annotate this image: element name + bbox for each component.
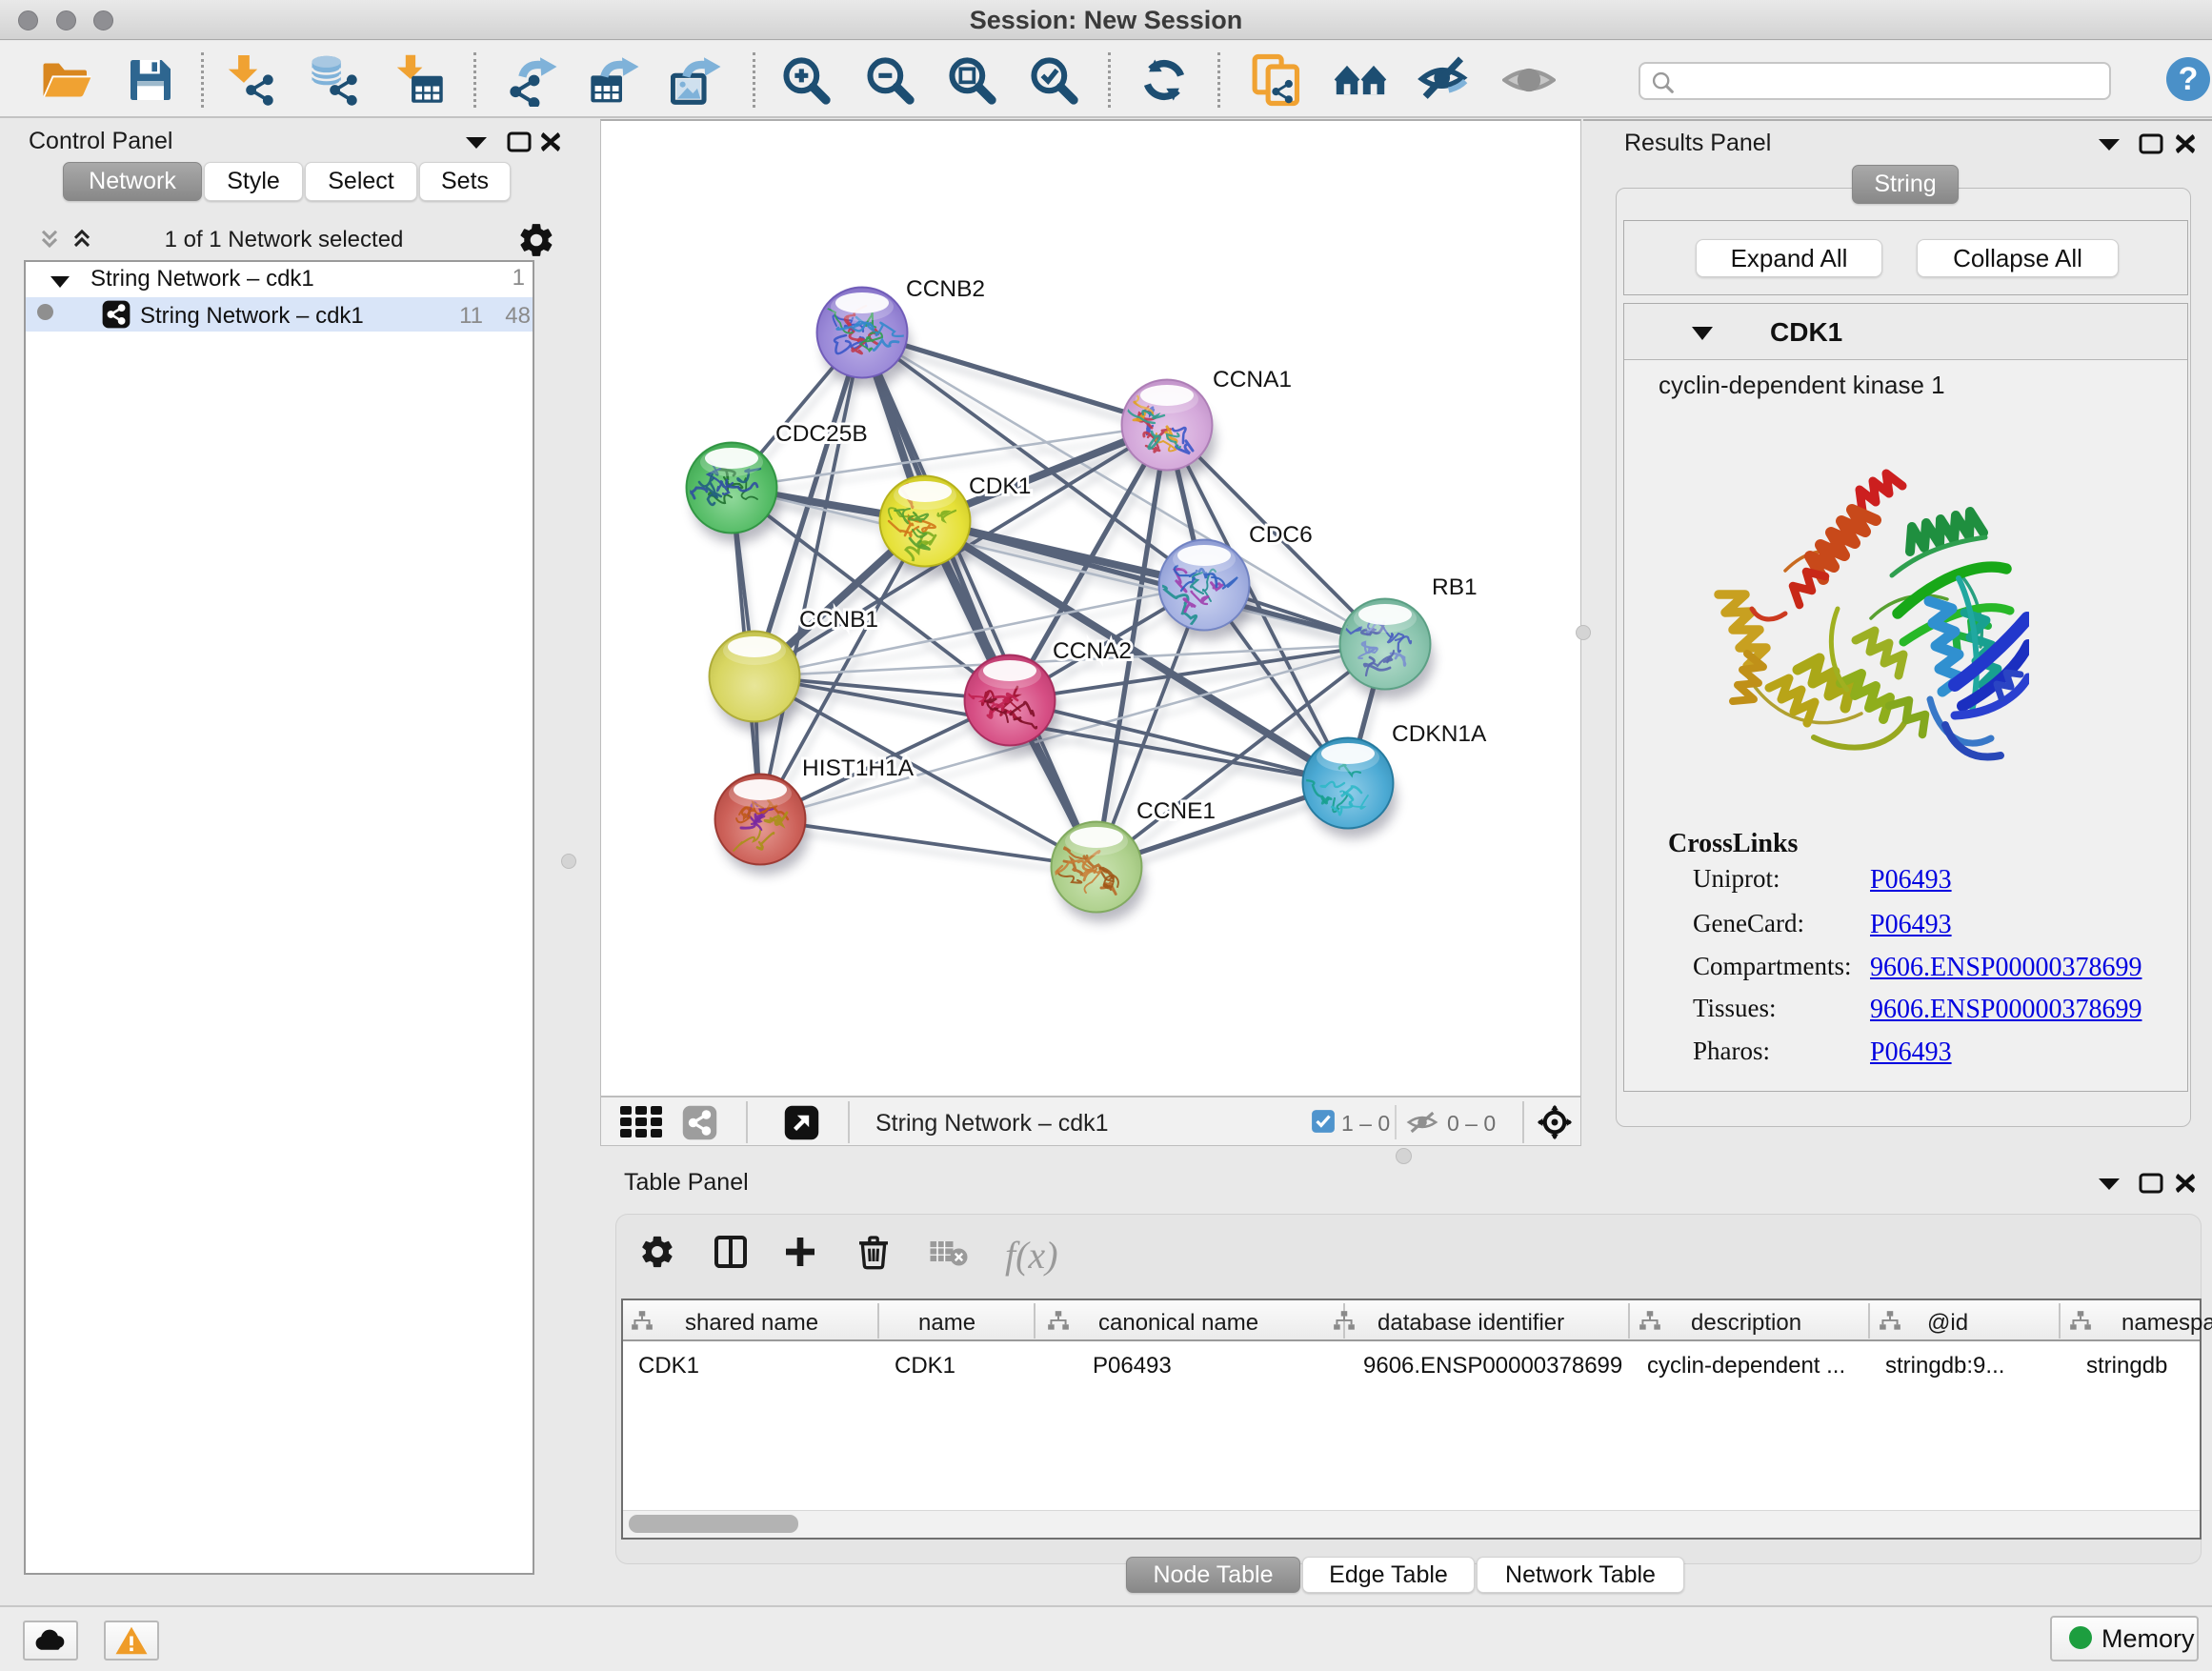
svg-text:CDC25B: CDC25B [775,421,868,447]
svg-text:CCNA1: CCNA1 [1213,367,1292,393]
svg-text:CDKN1A: CDKN1A [1392,721,1487,747]
svg-text:CCNE1: CCNE1 [1136,798,1216,824]
svg-text:CCNA2: CCNA2 [1053,638,1132,664]
svg-text:RB1: RB1 [1432,574,1478,600]
svg-text:?: ? [2179,61,2199,97]
svg-text:CDC6: CDC6 [1249,522,1313,548]
svg-text:CDK1: CDK1 [969,473,1031,499]
svg-text:CCNB2: CCNB2 [906,276,985,302]
svg-text:HIST1H1A: HIST1H1A [802,755,915,781]
svg-text:CCNB1: CCNB1 [799,607,878,633]
